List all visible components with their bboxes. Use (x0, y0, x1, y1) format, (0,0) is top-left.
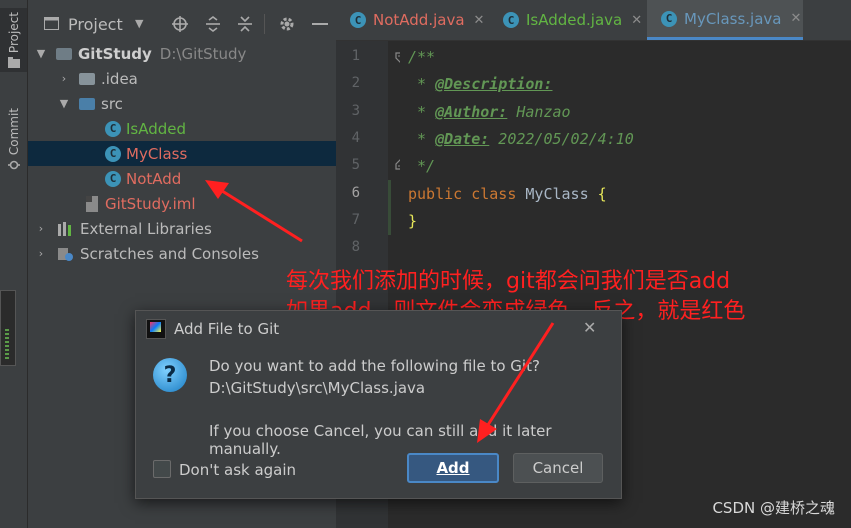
arrow-to-add-button (484, 322, 555, 429)
annotation-arrows (205, 180, 555, 443)
arrowhead-icon (477, 419, 497, 443)
arrow-to-notadd (218, 187, 303, 243)
watermark: CSDN @建桥之魂 (712, 499, 835, 517)
arrowhead-icon (205, 180, 229, 199)
